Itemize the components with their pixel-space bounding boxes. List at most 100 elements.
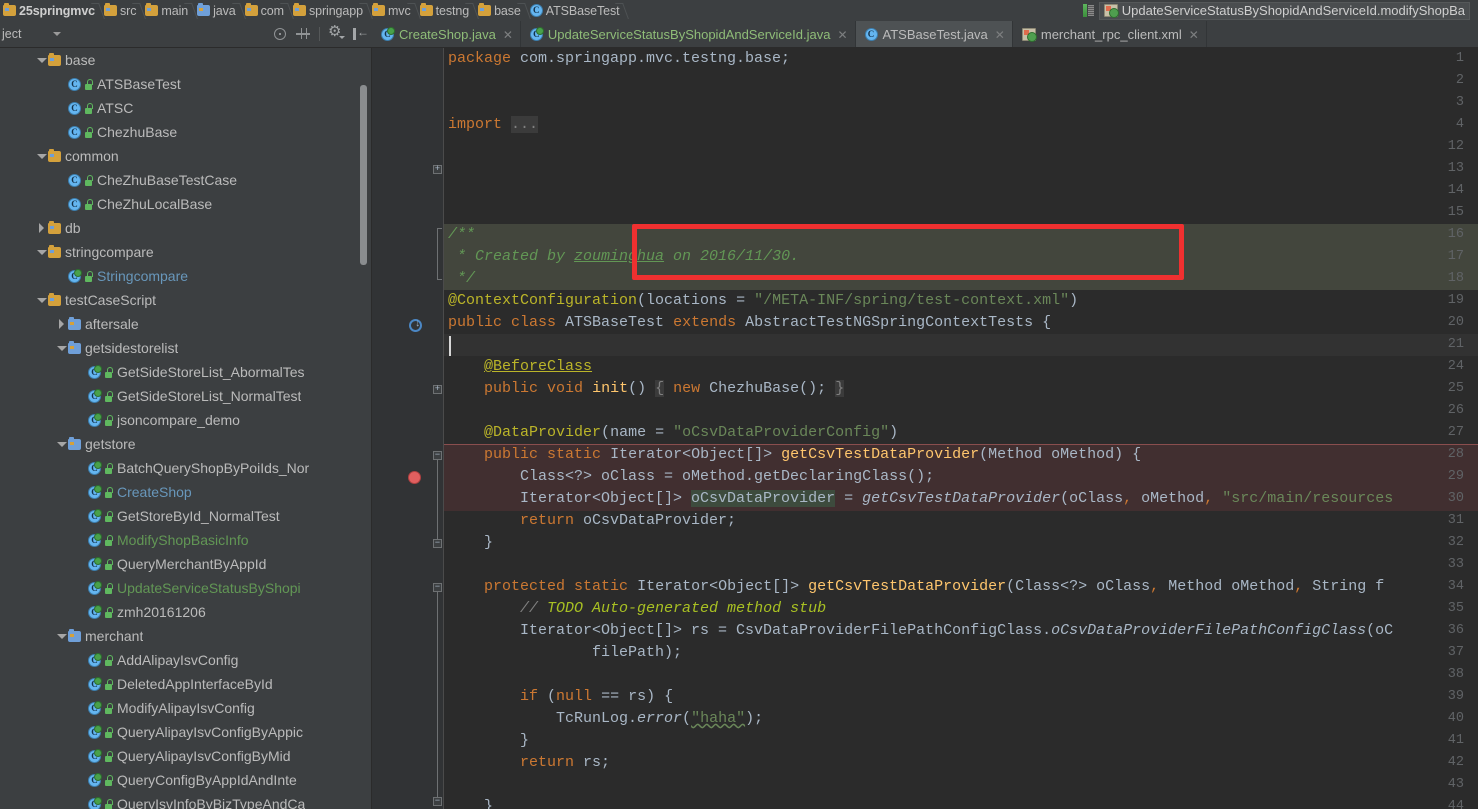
fold-minus-icon[interactable]: − <box>433 539 442 548</box>
tree-node[interactable]: C QueryIsvInfoByBizTypeAndCa <box>0 792 372 809</box>
tree-node[interactable]: C ATSC <box>0 96 372 120</box>
editor-tab-updateservicestatus[interactable]: C UpdateServiceStatusByShopidAndServiceI… <box>521 21 856 47</box>
tree-node[interactable]: C DeletedAppInterfaceById <box>0 672 372 696</box>
fold-plus-icon[interactable]: + <box>433 165 442 174</box>
code-line-37: if (null == rs) { <box>520 688 674 705</box>
breadcrumb-item-com[interactable]: com <box>242 0 290 21</box>
tree-node-icons <box>68 436 81 450</box>
breadcrumb-item-main[interactable]: main <box>142 0 194 21</box>
tree-node-label: testCaseScript <box>65 292 157 308</box>
tree-node[interactable]: C BatchQueryShopByPoiIds_Nor <box>0 456 372 480</box>
chevron-right-icon[interactable] <box>36 216 48 240</box>
chevron-down-icon[interactable] <box>36 48 48 72</box>
tree-node[interactable]: C UpdateServiceStatusByShopi <box>0 576 372 600</box>
chevron-down-icon[interactable] <box>36 288 48 312</box>
tree-node[interactable]: C CheZhuBaseTestCase <box>0 168 372 192</box>
tree-node[interactable]: C GetStoreById_NormalTest <box>0 504 372 528</box>
breadcrumb-item-java[interactable]: java <box>194 0 242 21</box>
collapse-all-icon[interactable] <box>296 27 310 41</box>
tree-node-label: BatchQueryShopByPoiIds_Nor <box>117 460 310 476</box>
tree-node[interactable]: C QueryAlipayIsvConfigByAppic <box>0 720 372 744</box>
override-marker-icon[interactable] <box>409 316 422 332</box>
toolbar-divider <box>319 27 320 41</box>
chevron-down-icon[interactable] <box>56 432 68 456</box>
breadcrumb-item-src[interactable]: src <box>101 0 142 21</box>
tree-node-icons: C <box>88 580 113 595</box>
scroll-from-source-icon[interactable] <box>273 27 287 41</box>
tree-node[interactable]: C QueryAlipayIsvConfigByMid <box>0 744 372 768</box>
settings-gear-icon[interactable] <box>328 24 345 41</box>
editor-gutter[interactable] <box>372 48 430 809</box>
tree-node[interactable]: C Stringcompare <box>0 264 372 288</box>
folder-icon <box>48 292 61 306</box>
tree-node[interactable]: aftersale <box>0 312 372 336</box>
hide-panel-icon[interactable] <box>352 24 369 41</box>
editor-tab-createshop[interactable]: C CreateShop.java ✕ <box>372 21 521 47</box>
tree-node[interactable]: getstore <box>0 432 372 456</box>
tree-node[interactable]: C QueryMerchantByAppId <box>0 552 372 576</box>
tree-node-label: ATSC <box>97 100 134 116</box>
tree-node-label: GetSideStoreList_AbormalTes <box>117 364 305 380</box>
tree-node[interactable]: C ModifyAlipayIsvConfig <box>0 696 372 720</box>
close-icon[interactable]: ✕ <box>837 29 847 41</box>
project-tree-scrollbar[interactable] <box>360 85 367 265</box>
breadcrumb-item-base[interactable]: base <box>475 0 527 21</box>
editor-tab-merchant-rpc-client[interactable]: merchant_rpc_client.xml ✕ <box>1013 21 1207 47</box>
tree-node[interactable]: common <box>0 144 372 168</box>
fold-plus-icon[interactable]: + <box>433 385 442 394</box>
chevron-down-icon[interactable] <box>36 240 48 264</box>
test-class-icon: C <box>88 484 102 499</box>
breadcrumb-item-springapp[interactable]: springapp <box>290 0 369 21</box>
tree-node[interactable]: Czmh20161206 <box>0 600 372 624</box>
tree-node[interactable]: C GetSideStoreList_NormalTest <box>0 384 372 408</box>
editor-tab-bar: C CreateShop.java ✕ C UpdateServiceStatu… <box>372 21 1478 48</box>
fold-region-bracket[interactable] <box>437 236 442 280</box>
chevron-down-icon[interactable] <box>53 32 62 36</box>
tree-node[interactable]: C GetSideStoreList_AbormalTes <box>0 360 372 384</box>
fold-region-bracket[interactable] <box>437 228 442 236</box>
close-icon[interactable]: ✕ <box>1189 29 1199 41</box>
breadcrumb-label: ATSBaseTest <box>545 3 620 18</box>
test-class-icon: C <box>381 27 395 41</box>
tree-node[interactable]: C ATSBaseTest <box>0 72 372 96</box>
code-line-39: } <box>448 732 530 749</box>
close-icon[interactable]: ✕ <box>995 29 1005 41</box>
project-tree[interactable]: base C ATSBaseTest C ATSC C ChezhuBase common C C… <box>0 48 372 809</box>
breadcrumb-item-atsbasetest[interactable]: C ATSBaseTest <box>527 0 626 21</box>
breadcrumb-item-project[interactable]: 25springmvc <box>0 0 101 21</box>
tree-node[interactable]: getsidestorelist <box>0 336 372 360</box>
tree-node[interactable]: testCaseScript <box>0 288 372 312</box>
chevron-down-icon[interactable] <box>56 624 68 648</box>
tree-node[interactable]: Cjsoncompare_demo <box>0 408 372 432</box>
tree-node[interactable]: base <box>0 48 372 72</box>
chevron-down-icon[interactable] <box>56 336 68 360</box>
code-line-32: protected static Iterator<Object[]> getC… <box>484 578 1385 595</box>
breadcrumb-item-mvc[interactable]: mvc <box>369 0 417 21</box>
tree-node[interactable]: C ChezhuBase <box>0 120 372 144</box>
tree-node[interactable]: stringcompare <box>0 240 372 264</box>
tree-node[interactable]: C QueryConfigByAppIdAndInte <box>0 768 372 792</box>
close-icon[interactable]: ✕ <box>503 29 513 41</box>
tree-node[interactable]: C CheZhuLocalBase <box>0 192 372 216</box>
breakpoint-marker[interactable] <box>408 471 421 484</box>
editor-tab-atsbasetest[interactable]: C ATSBaseTest.java ✕ <box>855 21 1013 47</box>
tree-node-icons <box>68 628 81 642</box>
breadcrumb-item-testng[interactable]: testng <box>417 0 475 21</box>
tree-node[interactable]: merchant <box>0 624 372 648</box>
fold-minus-icon[interactable]: − <box>433 583 442 592</box>
tree-node[interactable]: C ModifyShopBasicInfo <box>0 528 372 552</box>
tree-node[interactable]: db <box>0 216 372 240</box>
run-configuration-selector[interactable]: UpdateServiceStatusByShopidAndServiceId.… <box>1098 1 1470 20</box>
tree-node[interactable]: C AddAlipayIsvConfig <box>0 648 372 672</box>
chevron-down-icon[interactable] <box>36 144 48 168</box>
chevron-right-icon[interactable] <box>56 312 68 336</box>
tree-node-label: UpdateServiceStatusByShopi <box>117 580 301 596</box>
code-editor[interactable]: 1 2 3 4 12 13 14 15 16 17 18 19 20 21 24 25 26 27 28 29 30 31… <box>372 48 1478 809</box>
code-text-area[interactable]: package com.springapp.mvc.testng.base; i… <box>444 48 1478 809</box>
fold-minus-icon[interactable]: − <box>433 797 442 806</box>
tree-node[interactable]: C CreateShop <box>0 480 372 504</box>
fold-minus-icon[interactable]: − <box>433 451 442 460</box>
